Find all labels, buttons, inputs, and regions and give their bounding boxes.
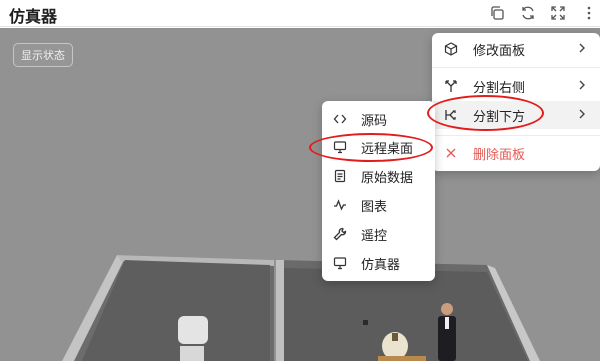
- menu-item-label: 分割右侧: [473, 80, 526, 96]
- chevron-right-icon: [576, 79, 588, 91]
- close-icon: [444, 146, 458, 160]
- submenu-item-label: 远程桌面: [361, 141, 414, 157]
- panel-context-menu: 修改面板 分割右侧 分割下方 删除面板: [432, 33, 600, 171]
- split-right-icon: [444, 79, 458, 93]
- robot-model: [178, 316, 208, 344]
- document-icon: [333, 169, 347, 183]
- panel-header: 仿真器: [0, 0, 600, 27]
- monitor-icon: [333, 256, 347, 270]
- split-down-icon: [444, 108, 458, 122]
- submenu-item-raw-data[interactable]: 原始数据: [322, 162, 435, 190]
- show-status-button[interactable]: 显示状态: [13, 43, 73, 67]
- menu-item-label: 修改面板: [473, 43, 526, 59]
- submenu-item-simulator[interactable]: 仿真器: [322, 249, 435, 277]
- submenu-item-source[interactable]: 源码: [322, 105, 435, 133]
- menu-divider: [432, 67, 600, 68]
- submenu-item-label: 源码: [361, 113, 388, 129]
- submenu-item-label: 图表: [361, 199, 388, 215]
- menu-item-label: 分割下方: [473, 109, 526, 125]
- panel-title: 仿真器: [9, 7, 58, 26]
- more-vertical-icon[interactable]: [580, 4, 598, 22]
- menu-divider: [432, 135, 600, 136]
- refresh-icon[interactable]: [519, 4, 537, 22]
- chevron-right-icon: [576, 42, 588, 54]
- copy-icon[interactable]: [488, 4, 506, 22]
- chart-line-icon: [333, 198, 347, 212]
- submenu-item-chart[interactable]: 图表: [322, 191, 435, 219]
- cube-icon: [444, 42, 458, 56]
- wrench-icon: [333, 227, 347, 241]
- menu-item-split-right[interactable]: 分割右侧: [432, 72, 600, 100]
- code-icon: [333, 112, 347, 126]
- app-window: 仿真器 显示状态 修改面板 分割右侧 分割下方 删除面板 源码 远程桌面 原始数…: [0, 0, 600, 361]
- panel-type-submenu: 源码 远程桌面 原始数据 图表 遥控 仿真器: [322, 101, 435, 281]
- menu-item-label: 删除面板: [473, 147, 526, 163]
- menu-item-modify-panel[interactable]: 修改面板: [432, 35, 600, 63]
- submenu-item-teleop[interactable]: 遥控: [322, 220, 435, 248]
- monitor-icon: [333, 140, 347, 154]
- submenu-item-label: 仿真器: [361, 257, 401, 273]
- menu-item-split-down[interactable]: 分割下方: [432, 101, 600, 129]
- menu-item-delete-panel[interactable]: 删除面板: [432, 139, 600, 167]
- expand-icon[interactable]: [549, 4, 567, 22]
- submenu-item-remote-desktop[interactable]: 远程桌面: [322, 133, 435, 161]
- submenu-item-label: 遥控: [361, 228, 388, 244]
- chevron-right-icon: [576, 108, 588, 120]
- submenu-item-label: 原始数据: [361, 170, 414, 186]
